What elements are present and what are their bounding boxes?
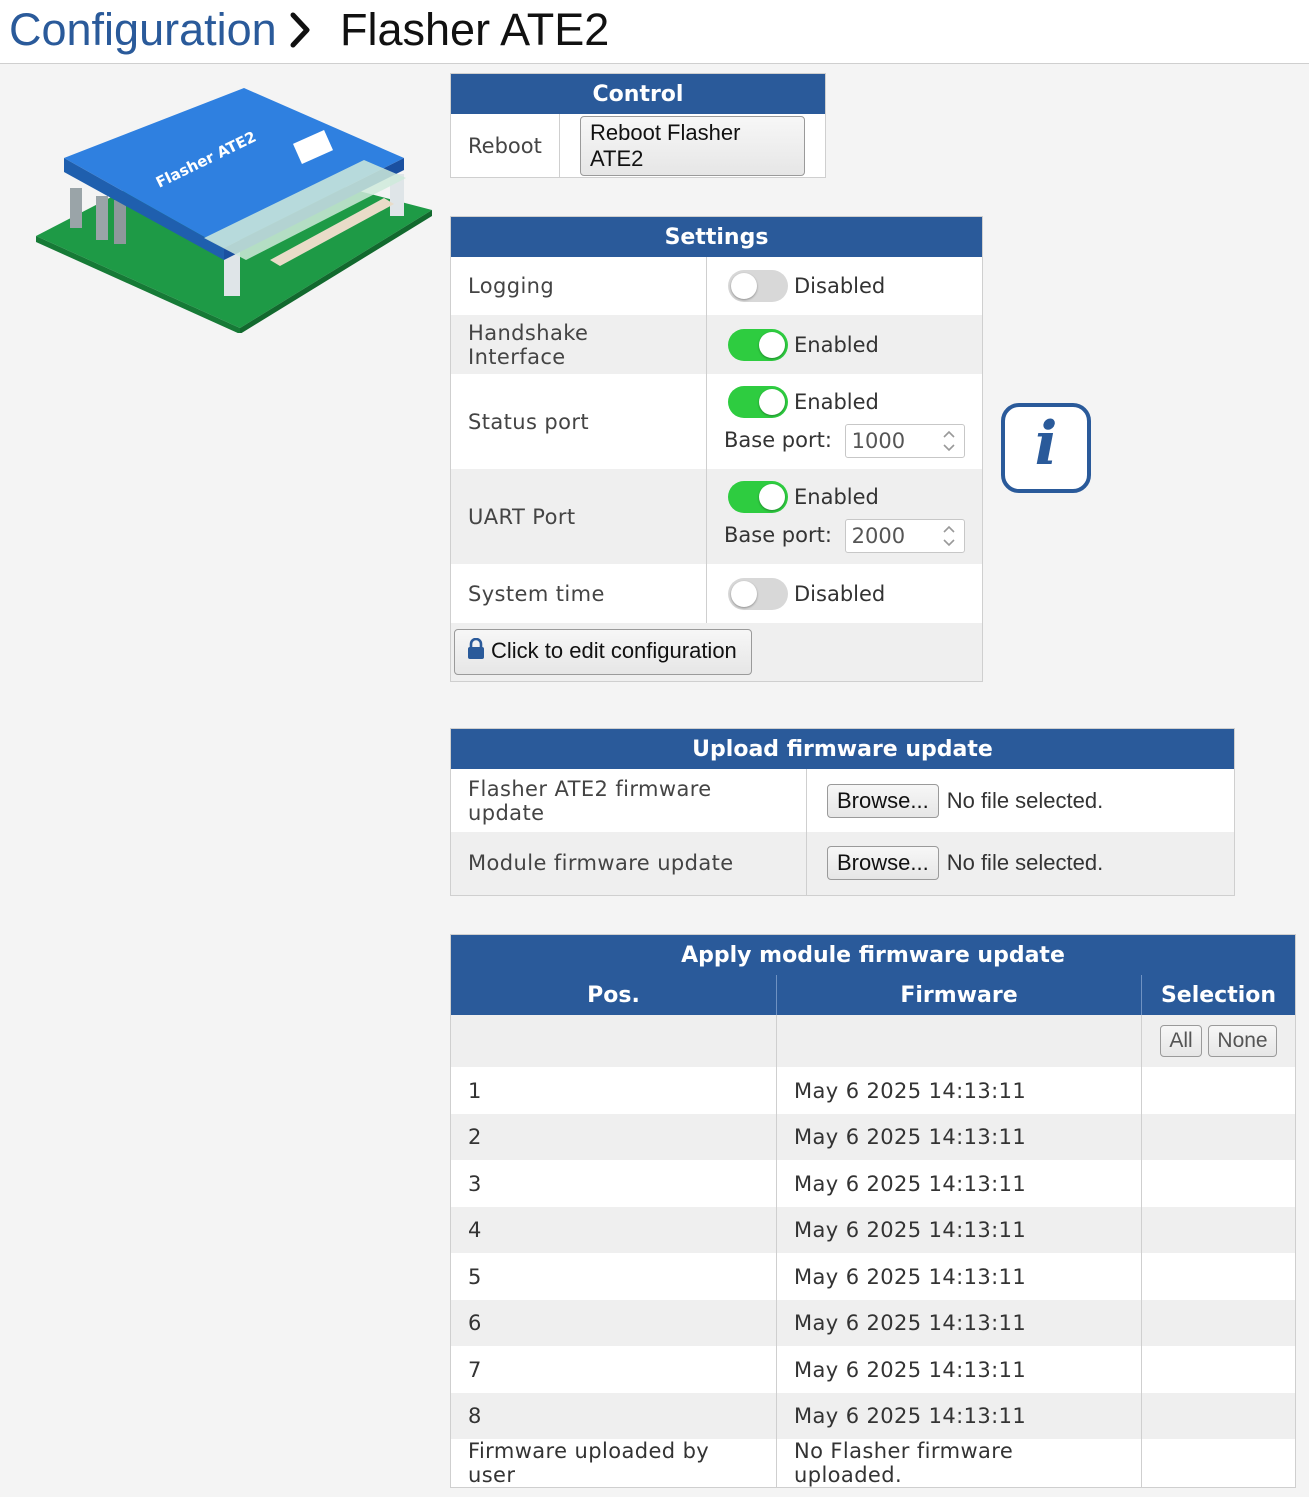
row-firmware: May 6 2025 14:13:11 <box>776 1067 1142 1114</box>
row-selection <box>1142 1067 1296 1114</box>
breadcrumb-configuration-link[interactable]: Configuration <box>9 4 277 56</box>
table-row: Firmware uploaded by user No Flasher fir… <box>450 1439 1296 1488</box>
table-row: 2 May 6 2025 14:13:11 <box>450 1114 1296 1160</box>
select-none-button[interactable]: None <box>1208 1025 1277 1057</box>
row-selection <box>1142 1439 1296 1488</box>
header-bar: Configuration Flasher ATE2 <box>0 0 1309 64</box>
user-firmware-status: No Flasher firmware uploaded. <box>776 1439 1142 1488</box>
select-all-button[interactable]: All <box>1160 1025 1202 1057</box>
row-pos: 1 <box>450 1067 777 1114</box>
logging-state: Disabled <box>794 274 886 298</box>
flasher-ate2-device-image: Flasher ATE2 <box>34 88 434 334</box>
table-row: 7 May 6 2025 14:13:11 <box>450 1346 1296 1393</box>
row-selection <box>1142 1300 1296 1346</box>
row-selection <box>1142 1114 1296 1160</box>
uart-port-toggle[interactable] <box>728 480 788 513</box>
apply-firmware-title: Apply module firmware update <box>450 934 1296 975</box>
row-selection <box>1142 1160 1296 1207</box>
settings-panel: Settings Logging Disabled Handshake Inte… <box>450 216 983 682</box>
module-firmware-browse-button[interactable]: Browse... <box>827 846 939 881</box>
toggle-knob <box>759 388 785 415</box>
column-header-firmware: Firmware <box>776 975 1142 1015</box>
info-icon[interactable]: i <box>1001 403 1091 493</box>
row-selection <box>1142 1207 1296 1253</box>
row-pos: 2 <box>450 1114 777 1160</box>
row-firmware: May 6 2025 14:13:11 <box>776 1300 1142 1346</box>
user-firmware-pos: Firmware uploaded by user <box>450 1439 777 1488</box>
flasher-firmware-browse-button[interactable]: Browse... <box>827 783 939 818</box>
toggle-knob <box>759 483 785 510</box>
handshake-interface-label: Handshake Interface <box>450 315 707 374</box>
lock-icon <box>467 637 485 666</box>
chevron-right-icon <box>288 10 314 54</box>
row-firmware: May 6 2025 14:13:11 <box>776 1346 1142 1393</box>
reboot-flasher-button[interactable]: Reboot Flasher ATE2 <box>580 115 805 176</box>
table-row: 5 May 6 2025 14:13:11 <box>450 1253 1296 1300</box>
status-base-port-value: 1000 <box>851 428 906 453</box>
row-selection <box>1142 1253 1296 1300</box>
uart-port-label: UART Port <box>450 469 707 564</box>
table-row: 1 May 6 2025 14:13:11 <box>450 1067 1296 1114</box>
uart-port-state: Enabled <box>794 484 879 509</box>
table-row: 3 May 6 2025 14:13:11 <box>450 1160 1296 1207</box>
module-firmware-update-label: Module firmware update <box>450 832 807 895</box>
edit-configuration-label: Click to edit configuration <box>491 637 737 663</box>
status-base-port-label: Base port: <box>724 427 832 452</box>
row-firmware: May 6 2025 14:13:11 <box>776 1114 1142 1160</box>
module-firmware-file-status: No file selected. <box>946 850 1104 876</box>
row-pos: 5 <box>450 1253 777 1300</box>
control-panel: Control Reboot Reboot Flasher ATE2 <box>450 73 826 178</box>
spinner-arrows-icon[interactable] <box>942 428 956 459</box>
table-row: 8 May 6 2025 14:13:11 <box>450 1393 1296 1439</box>
table-row: 6 May 6 2025 14:13:11 <box>450 1300 1296 1346</box>
uart-base-port-label: Base port: <box>724 522 832 547</box>
system-time-state: Disabled <box>794 581 886 606</box>
handshake-interface-state: Enabled <box>794 332 879 357</box>
settings-panel-title: Settings <box>450 216 983 257</box>
upload-firmware-panel: Upload firmware update Flasher ATE2 firm… <box>450 728 1235 896</box>
logging-label: Logging <box>450 257 707 315</box>
uart-base-port-input[interactable]: 2000 <box>844 518 965 554</box>
row-firmware: May 6 2025 14:13:11 <box>776 1207 1142 1253</box>
uart-base-port-value: 2000 <box>851 523 906 548</box>
status-port-toggle[interactable] <box>728 385 788 418</box>
upload-firmware-title: Upload firmware update <box>450 728 1235 769</box>
row-pos: 4 <box>450 1207 777 1253</box>
row-firmware: May 6 2025 14:13:11 <box>776 1393 1142 1439</box>
row-firmware: May 6 2025 14:13:11 <box>776 1160 1142 1207</box>
row-selection <box>1142 1346 1296 1393</box>
system-time-toggle[interactable] <box>728 577 788 610</box>
status-base-port-input[interactable]: 1000 <box>844 423 965 459</box>
toggle-knob <box>731 273 757 299</box>
column-header-selection: Selection <box>1160 982 1277 1008</box>
toggle-knob <box>731 580 757 607</box>
flasher-firmware-file-status: No file selected. <box>946 787 1104 813</box>
edit-configuration-button[interactable]: Click to edit configuration <box>454 628 752 675</box>
handshake-interface-toggle[interactable] <box>728 328 788 361</box>
row-pos: 8 <box>450 1393 777 1439</box>
flasher-firmware-update-label: Flasher ATE2 firmware update <box>450 769 807 832</box>
system-time-label: System time <box>450 564 707 623</box>
toggle-knob <box>759 331 785 358</box>
page-title: Flasher ATE2 <box>340 4 610 55</box>
row-selection <box>1142 1393 1296 1439</box>
table-row: 4 May 6 2025 14:13:11 <box>450 1207 1296 1253</box>
row-firmware: May 6 2025 14:13:11 <box>776 1253 1142 1300</box>
row-pos: 7 <box>450 1346 777 1393</box>
control-panel-title: Control <box>450 73 826 114</box>
status-port-state: Enabled <box>794 389 879 414</box>
logging-toggle[interactable] <box>728 270 788 302</box>
reboot-label: Reboot <box>450 114 560 178</box>
row-pos: 3 <box>450 1160 777 1207</box>
status-port-label: Status port <box>450 374 707 469</box>
apply-firmware-panel: Apply module firmware update Pos. Firmwa… <box>450 934 1296 1488</box>
column-header-pos: Pos. <box>450 975 777 1015</box>
spinner-arrows-icon[interactable] <box>942 523 956 554</box>
row-pos: 6 <box>450 1300 777 1346</box>
